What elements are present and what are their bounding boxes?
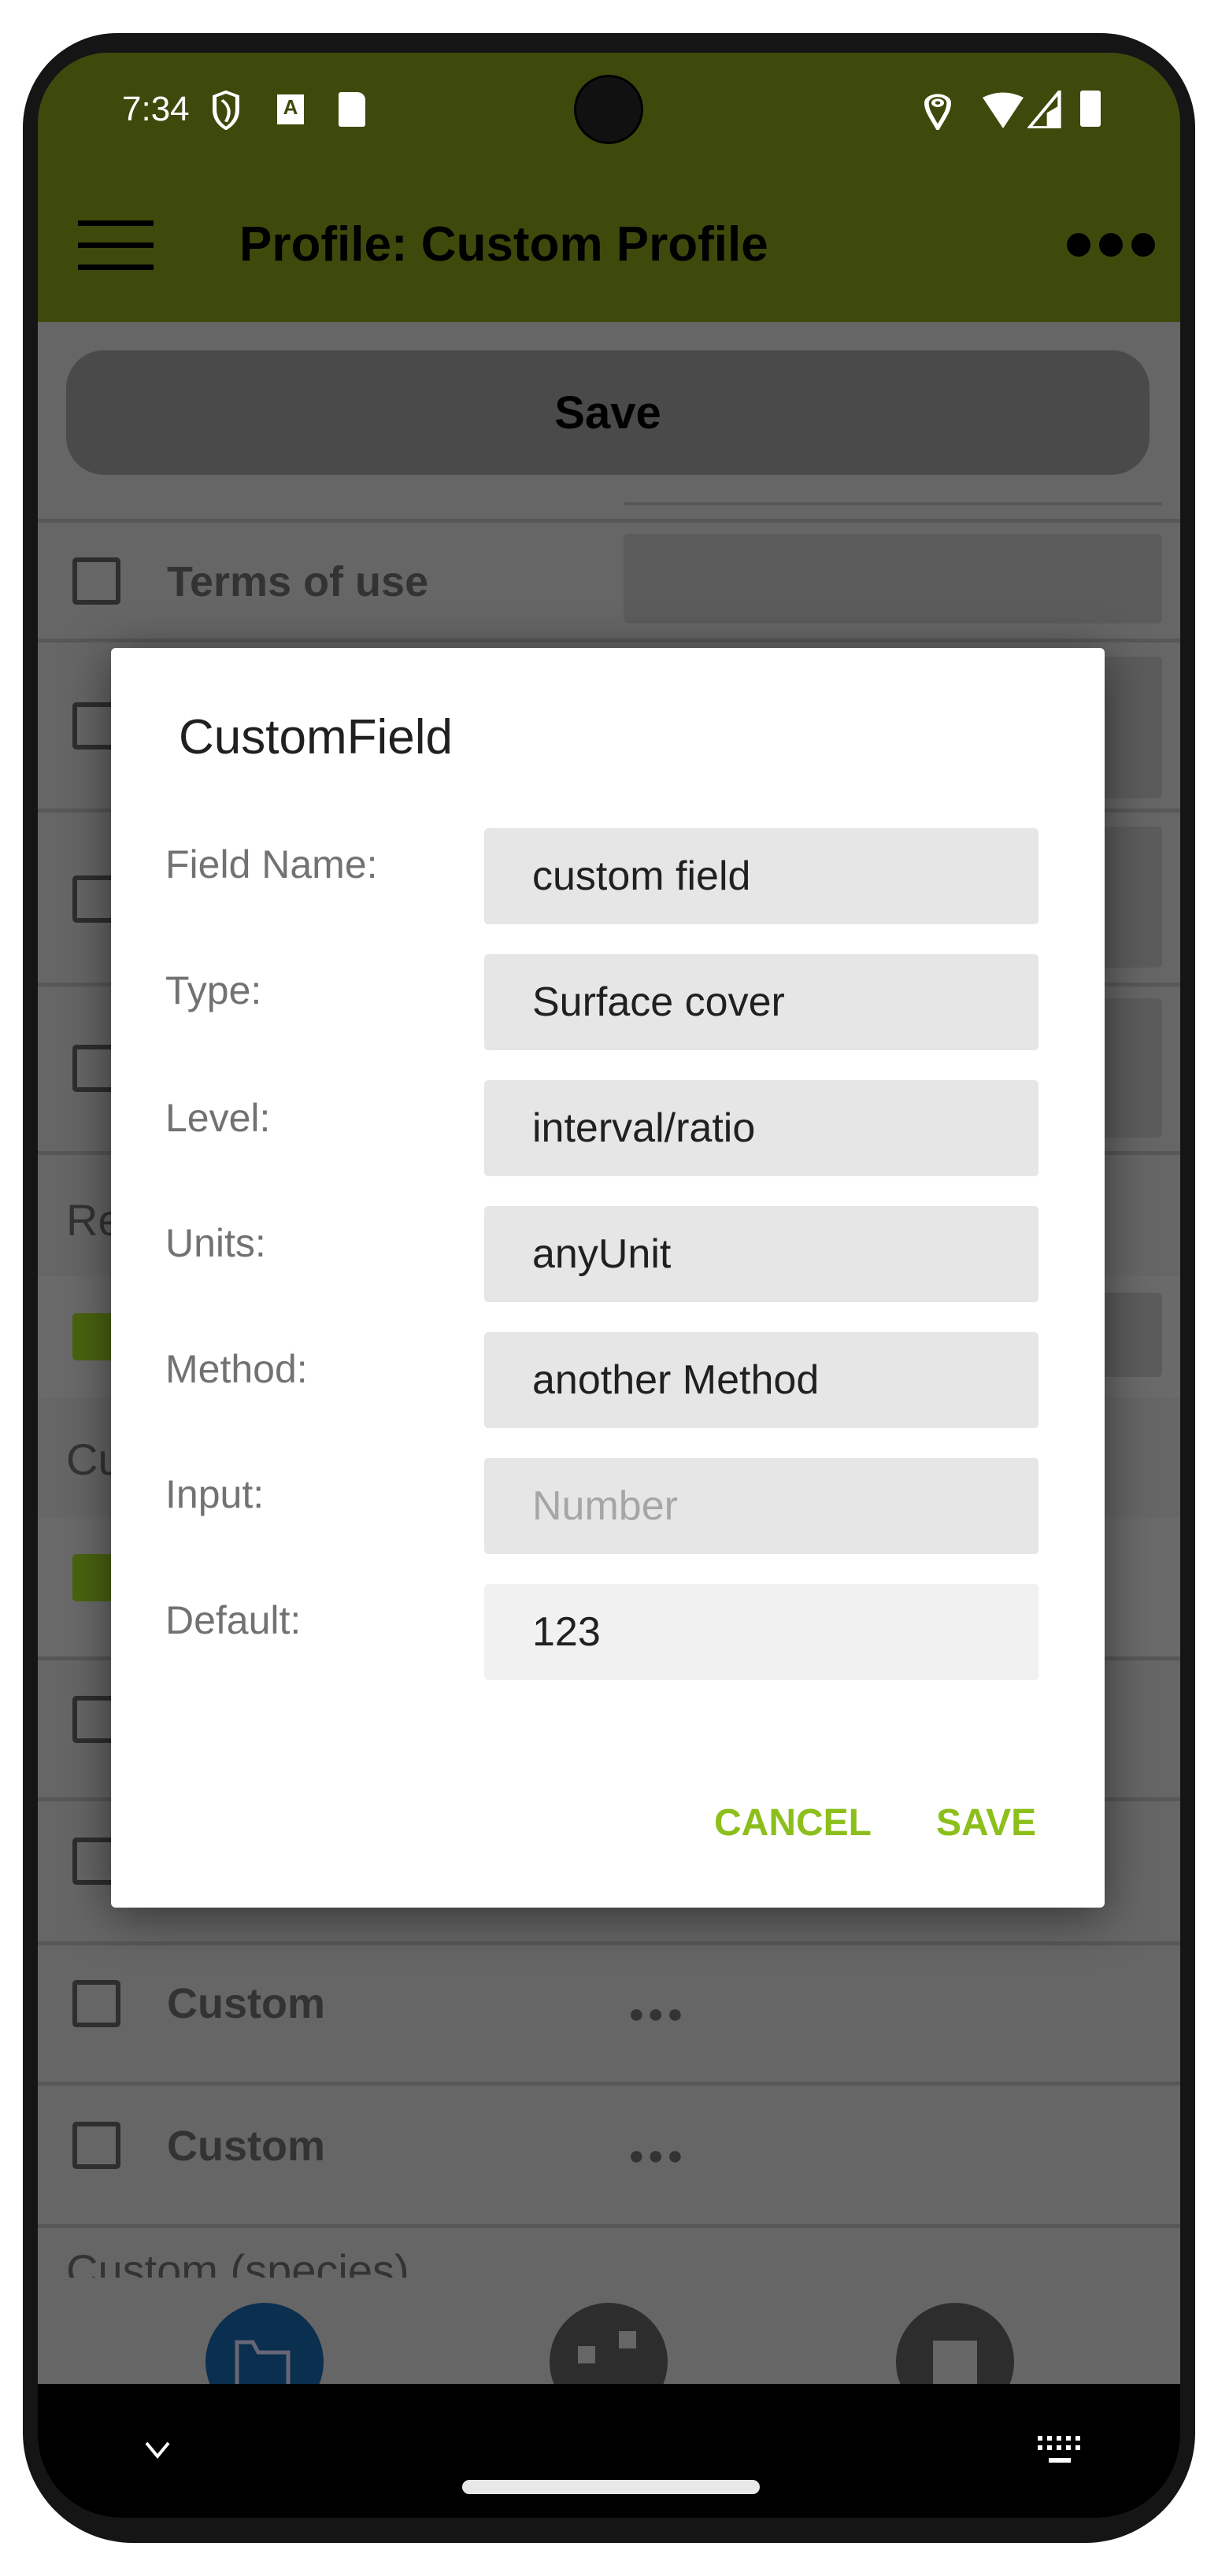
divider (38, 519, 1180, 523)
checkbox[interactable] (72, 557, 120, 605)
cancel-button[interactable]: CANCEL (714, 1798, 872, 1849)
hamburger-icon (78, 242, 154, 248)
level-select[interactable]: interval/ratio (484, 1080, 1038, 1176)
default-label: Default: (165, 1598, 302, 1642)
type-select[interactable]: Surface cover (484, 954, 1038, 1050)
units-label: Units: (165, 1221, 266, 1265)
divider (38, 1941, 1180, 1945)
level-label: Level: (165, 1096, 271, 1140)
row-input[interactable] (624, 534, 1162, 624)
input-label: Input: (165, 1472, 265, 1516)
field-name-label: Field Name: (165, 842, 378, 886)
wifi-icon (983, 92, 1024, 128)
custom-field-dialog: CustomField Field Name: custom field Typ… (111, 648, 1105, 1908)
divider (38, 2082, 1180, 2086)
divider (38, 638, 1180, 642)
more-horizontal-icon (1099, 233, 1123, 257)
keyboard-icon[interactable] (1038, 2436, 1082, 2464)
units-input[interactable]: anyUnit (484, 1206, 1038, 1302)
row-label: Custom (167, 1980, 325, 2027)
checkbox[interactable] (72, 2122, 120, 2169)
sd-card-icon (339, 92, 365, 127)
a-badge-icon: A (277, 94, 304, 124)
save-button[interactable]: Save (66, 350, 1150, 475)
more-horizontal-icon[interactable]: ●●● (628, 1989, 687, 2039)
home-indicator[interactable] (462, 2480, 760, 2494)
chevron-down-icon[interactable] (144, 2441, 171, 2459)
more-horizontal-icon (1131, 233, 1155, 257)
battery-icon (1080, 91, 1101, 127)
divider (38, 2224, 1180, 2228)
row-label: Custom (167, 2123, 325, 2170)
camera-cutout (574, 75, 643, 144)
location-icon (924, 94, 951, 130)
input-type-select[interactable]: Number (484, 1458, 1038, 1554)
dialog-title: CustomField (179, 710, 453, 764)
status-time: 7:34 (122, 90, 190, 128)
more-horizontal-icon (1067, 233, 1090, 257)
hamburger-icon (78, 220, 154, 226)
shield-icon (213, 91, 239, 130)
divider (624, 502, 1162, 505)
row-label: Terms of use (167, 558, 429, 605)
system-navigation-bar (38, 2384, 1180, 2518)
type-label: Type: (165, 968, 262, 1012)
method-label: Method: (165, 1347, 308, 1391)
field-name-input[interactable]: custom field (484, 828, 1038, 924)
signal-icon (1027, 91, 1061, 128)
grid-icon (619, 2331, 636, 2348)
menu-button[interactable] (78, 220, 154, 270)
method-input[interactable]: another Method (484, 1332, 1038, 1428)
hamburger-icon (78, 265, 154, 270)
more-horizontal-icon[interactable]: ●●● (628, 2130, 687, 2181)
overflow-menu-button[interactable] (1067, 228, 1157, 263)
default-input[interactable]: 123 (484, 1584, 1038, 1680)
page-title: Profile: Custom Profile (239, 217, 768, 272)
dialog-save-button[interactable]: SAVE (936, 1798, 1036, 1849)
checkbox[interactable] (72, 1980, 120, 2027)
grid-icon (578, 2346, 595, 2363)
